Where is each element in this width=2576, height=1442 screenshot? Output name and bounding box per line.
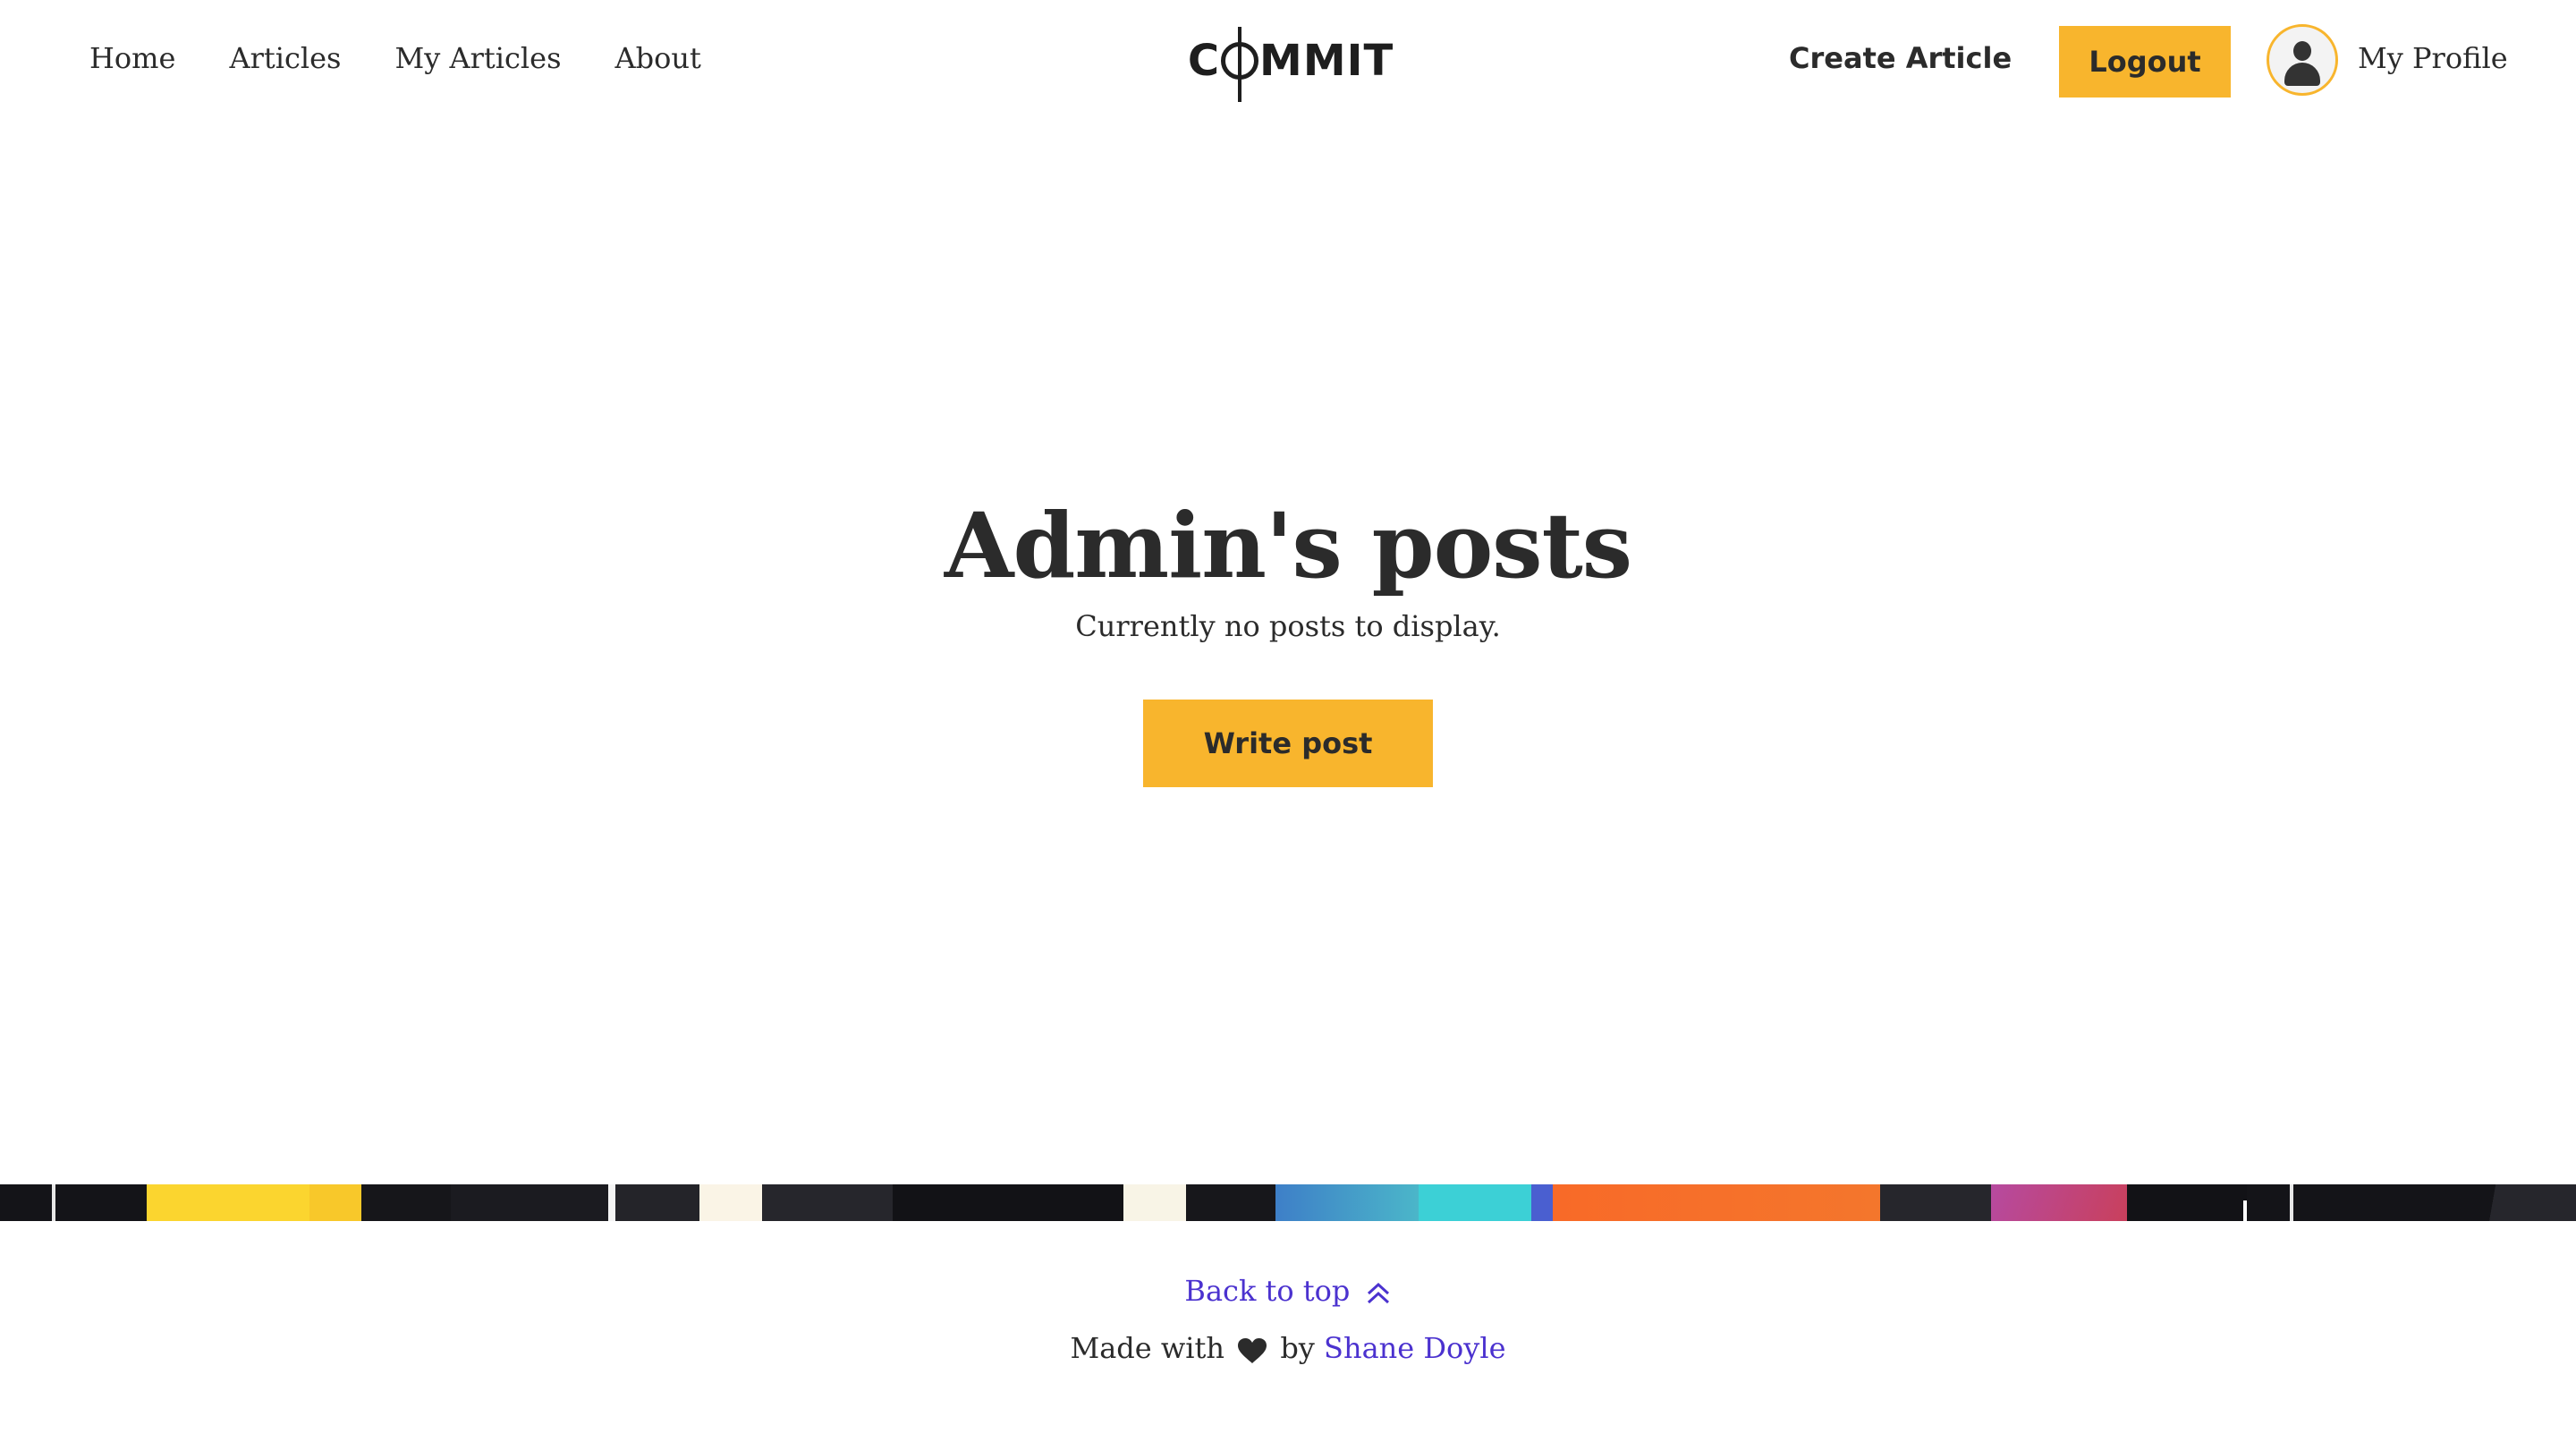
avatar[interactable] bbox=[2267, 24, 2338, 96]
main-content: Admin's posts Currently no posts to disp… bbox=[0, 483, 2576, 787]
back-to-top-label: Back to top bbox=[1184, 1274, 1351, 1308]
write-post-button[interactable]: Write post bbox=[1143, 700, 1433, 787]
banner-stripe bbox=[1531, 1184, 1553, 1221]
banner-stripe bbox=[699, 1184, 762, 1221]
banner-stripe bbox=[309, 1184, 361, 1221]
banner-stripe bbox=[2127, 1184, 2247, 1221]
main-nav: Home Articles My Articles About bbox=[89, 41, 701, 75]
banner-stripe bbox=[1553, 1184, 1880, 1221]
made-with-label: Made with bbox=[1070, 1331, 1224, 1365]
banner-stripe bbox=[147, 1184, 309, 1221]
logo-text-start: C bbox=[1187, 36, 1221, 86]
footer-credit: Made with by Shane Doyle bbox=[0, 1331, 2576, 1365]
heart-icon bbox=[1238, 1337, 1267, 1363]
banner-stripe bbox=[1991, 1184, 2127, 1221]
banner-stripe bbox=[1186, 1184, 1275, 1221]
create-article-link[interactable]: Create Article bbox=[1789, 41, 2012, 75]
my-profile-link[interactable]: My Profile bbox=[2358, 41, 2508, 75]
nav-link-home[interactable]: Home bbox=[89, 41, 175, 75]
site-logo[interactable]: C MMIT bbox=[1188, 21, 1393, 100]
user-icon-body bbox=[2284, 63, 2320, 86]
logo-o-crosshair-icon bbox=[1221, 42, 1259, 80]
nav-link-about[interactable]: About bbox=[615, 41, 701, 75]
back-to-top-link[interactable]: Back to top bbox=[0, 1274, 2576, 1308]
banner-stripe bbox=[451, 1184, 608, 1221]
nav-link-articles[interactable]: Articles bbox=[229, 41, 341, 75]
logo-text-end: MMIT bbox=[1259, 36, 1394, 86]
logout-button[interactable]: Logout bbox=[2059, 26, 2231, 98]
banner-stripe bbox=[1880, 1184, 1991, 1221]
by-label: by bbox=[1280, 1331, 1315, 1365]
banner-stripe bbox=[2293, 1184, 2576, 1221]
user-icon bbox=[2293, 41, 2311, 61]
banner-stripe bbox=[52, 1184, 55, 1221]
banner-stripe bbox=[615, 1184, 699, 1221]
banner-stripe bbox=[608, 1184, 615, 1221]
logo-wordmark: C MMIT bbox=[1188, 36, 1394, 86]
banner-stripe bbox=[762, 1184, 893, 1221]
banner-stripe bbox=[1419, 1184, 1531, 1221]
banner-stripe bbox=[1123, 1184, 1186, 1221]
decorative-banner bbox=[0, 1184, 2576, 1221]
author-link[interactable]: Shane Doyle bbox=[1324, 1331, 1506, 1365]
banner-stripe bbox=[893, 1184, 1123, 1221]
banner-stripe bbox=[361, 1184, 451, 1221]
empty-state-message: Currently no posts to display. bbox=[1075, 609, 1501, 643]
banner-stripe bbox=[1275, 1184, 1419, 1221]
page-title: Admin's posts bbox=[944, 493, 1632, 598]
banner-stripe bbox=[2243, 1200, 2247, 1221]
nav-link-my-articles[interactable]: My Articles bbox=[394, 41, 561, 75]
double-chevron-up-icon bbox=[1367, 1282, 1389, 1303]
